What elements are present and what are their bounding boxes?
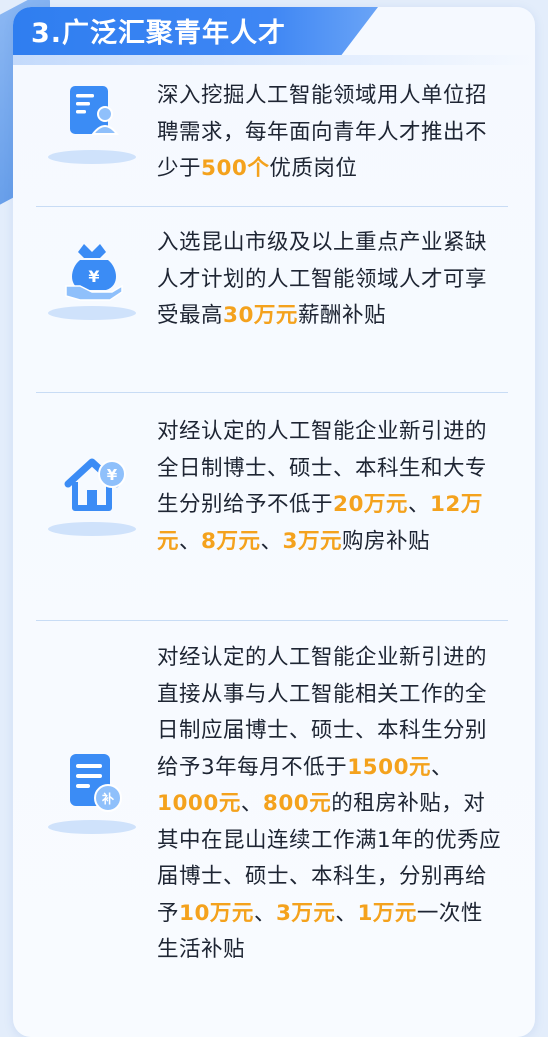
divider: [36, 620, 508, 621]
item-text-1: 深入挖掘人工智能领域用人单位招聘需求，每年面向青年人才推出不少于500个优质岗位: [157, 78, 502, 188]
separator: 、: [240, 791, 263, 816]
highlight-value: 8万元: [201, 528, 261, 554]
highlight-value: 1500元: [347, 754, 432, 780]
highlight-value: 20万元: [333, 492, 408, 517]
separator: 、: [260, 528, 283, 554]
highlight-value: 1万元: [357, 900, 417, 926]
highlight-value: 3万元: [282, 528, 342, 554]
highlight-value: 10万元: [179, 900, 254, 926]
item-text-4: 对经认定的人工智能企业新引进的直接从事与人工智能相关工作的全日制应届博士、硕士、…: [157, 640, 502, 969]
subsidy-form-icon: 补: [44, 750, 140, 834]
highlight-value: 30万元: [223, 303, 298, 328]
item-text-3: 对经认定的人工智能企业新引进的全日制博士、硕士、本科生和大专生分别给予不低于20…: [157, 414, 502, 560]
icon-pedestal: [48, 150, 136, 164]
svg-text:¥: ¥: [88, 267, 99, 286]
separator: 、: [407, 492, 430, 517]
separator: 、: [431, 754, 454, 780]
divider: [36, 206, 508, 207]
divider: [36, 392, 508, 393]
icon-pedestal: [48, 306, 136, 320]
title-underline: [13, 55, 535, 65]
item-text-segment: 薪酬补贴: [297, 303, 386, 328]
highlight-value: 800元: [262, 791, 332, 816]
highlight-value: 1000元: [157, 791, 241, 816]
resume-document-icon: [44, 80, 140, 164]
item-text-segment: 优质岗位: [269, 156, 358, 181]
item-text-segment: 购房补贴: [341, 528, 430, 554]
svg-text:补: 补: [101, 791, 114, 806]
highlight-value: 500个: [201, 156, 270, 181]
svg-text:¥: ¥: [107, 466, 118, 484]
separator: 、: [335, 900, 358, 926]
icon-pedestal: [48, 522, 136, 536]
separator: 、: [179, 528, 202, 554]
section-title: 3.广泛汇聚青年人才: [31, 18, 287, 49]
separator: 、: [253, 900, 276, 926]
item-text-2: 入选昆山市级及以上重点产业紧缺人才计划的人工智能领域人才可享受最高30万元薪酬补…: [157, 225, 502, 335]
house-yen-icon: ¥: [44, 452, 140, 536]
money-bag-hand-icon: ¥: [44, 236, 140, 320]
icon-pedestal: [48, 820, 136, 834]
highlight-value: 3万元: [275, 900, 336, 926]
